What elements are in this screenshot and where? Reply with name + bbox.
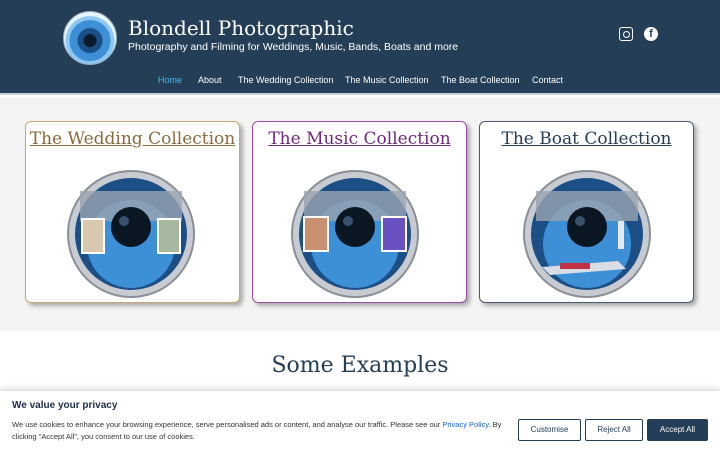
site-header: Blondell Photographic Photography and Fi… [0,0,720,95]
cookie-description: We use cookies to enhance your browsing … [12,419,502,443]
instagram-icon[interactable] [619,27,633,41]
wedding-lens-image[interactable] [66,169,196,299]
site-logo[interactable] [63,11,117,65]
boat-collection-card[interactable]: The Boat Collection [479,121,694,303]
accept-all-button[interactable]: Accept All [647,419,708,441]
privacy-policy-link[interactable]: Privacy Policy [442,420,488,429]
nav-home[interactable]: Home [158,75,182,85]
wedding-collection-title[interactable]: The Wedding Collection [26,129,239,149]
reject-all-button[interactable]: Reject All [585,419,643,441]
nav-boat-collection[interactable]: The Boat Collection [441,75,520,85]
boat-collection-title[interactable]: The Boat Collection [480,129,693,149]
collections-section: The Wedding Collection The Music Collect… [0,97,720,331]
music-collection-title[interactable]: The Music Collection [253,129,466,149]
nav-music-collection[interactable]: The Music Collection [345,75,429,85]
facebook-icon[interactable]: f [644,27,658,41]
cookie-consent-banner: We value your privacy We use cookies to … [0,390,720,450]
boat-lens-image[interactable] [522,169,652,299]
nav-wedding-collection[interactable]: The Wedding Collection [238,75,333,85]
music-collection-card[interactable]: The Music Collection [252,121,467,303]
cookie-text-before: We use cookies to enhance your browsing … [12,420,443,429]
main-nav: Home About The Wedding Collection The Mu… [0,75,720,87]
cookie-title: We value your privacy [12,400,118,411]
customise-button[interactable]: Customise [518,419,581,441]
site-title[interactable]: Blondell Photographic [128,16,354,40]
music-lens-image[interactable] [290,169,420,299]
nav-contact[interactable]: Contact [532,75,563,85]
wedding-collection-card[interactable]: The Wedding Collection [25,121,240,303]
nav-about[interactable]: About [198,75,222,85]
site-tagline: Photography and Filming for Weddings, Mu… [128,41,459,53]
examples-heading: Some Examples [271,353,449,378]
